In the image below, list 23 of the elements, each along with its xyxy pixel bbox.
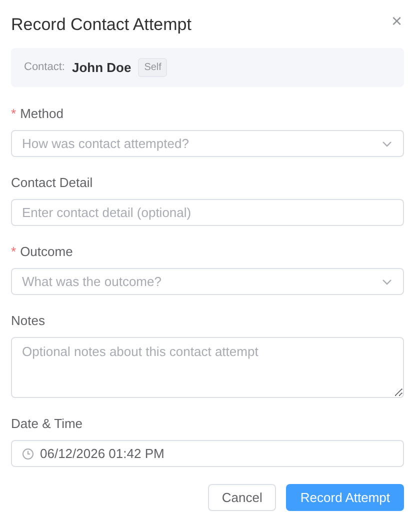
close-button[interactable]: × bbox=[391, 12, 402, 30]
required-mark: * bbox=[11, 105, 16, 124]
contact-label: Contact: bbox=[24, 60, 65, 76]
required-mark: * bbox=[11, 243, 16, 262]
field-label: Contact Detail bbox=[11, 174, 93, 192]
select-placeholder: How was contact attempted? bbox=[22, 134, 189, 153]
field-label: Date & Time bbox=[11, 415, 83, 434]
datetime-field[interactable]: 06/12/2026 01:42 PM bbox=[11, 440, 404, 467]
record-button[interactable]: Record Attempt bbox=[286, 484, 404, 511]
contact-name: John Doe bbox=[72, 58, 132, 77]
select-field[interactable]: What was the outcome? bbox=[11, 268, 404, 295]
dialog-title: Record Contact Attempt bbox=[11, 14, 192, 36]
select-field[interactable]: How was contact attempted? bbox=[11, 130, 404, 157]
input-field[interactable]: Enter contact detail (optional) bbox=[11, 199, 404, 226]
cancel-button[interactable]: Cancel bbox=[208, 484, 276, 511]
contact-tag: Self bbox=[138, 58, 168, 77]
field-label: Notes bbox=[11, 312, 45, 330]
clock-icon bbox=[22, 448, 34, 460]
field-label: Outcome bbox=[20, 243, 73, 262]
datetime-value: 06/12/2026 01:42 PM bbox=[40, 444, 164, 463]
notes-field[interactable]: Optional notes about this contact attempt bbox=[11, 337, 404, 398]
field-label: Method bbox=[20, 105, 64, 124]
select-placeholder: What was the outcome? bbox=[22, 272, 162, 291]
